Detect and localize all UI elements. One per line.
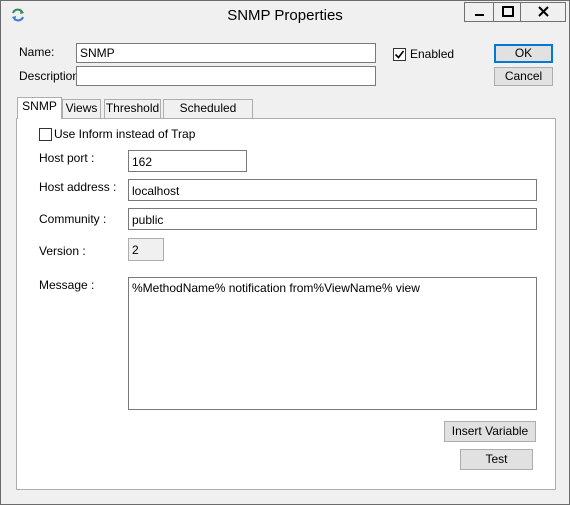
name-label: Name: — [19, 45, 55, 59]
tab-views[interactable]: Views — [62, 99, 101, 118]
host-port-label: Host port : — [39, 151, 95, 165]
host-address-field[interactable]: localhost — [128, 179, 537, 201]
snmp-tab-panel: Use Inform instead of Trap Host port : 1… — [16, 118, 556, 490]
version-field: 2 — [128, 238, 164, 261]
test-button[interactable]: Test — [460, 449, 533, 470]
use-inform-label: Use Inform instead of Trap — [54, 127, 196, 141]
snmp-properties-window: SNMP Properties Name: SNMP Description E… — [0, 0, 570, 505]
checkmark-icon — [394, 50, 405, 59]
close-button[interactable] — [520, 2, 566, 22]
version-label: Version : — [39, 244, 86, 258]
minimize-button[interactable] — [464, 2, 494, 22]
ok-button[interactable]: OK — [494, 44, 553, 63]
community-label: Community : — [39, 212, 107, 226]
description-field[interactable] — [76, 66, 376, 86]
close-icon — [538, 6, 549, 17]
description-label: Description — [19, 69, 80, 83]
host-port-field[interactable]: 162 — [128, 150, 247, 172]
tab-snmp[interactable]: SNMP — [17, 97, 62, 119]
name-field[interactable]: SNMP — [76, 43, 376, 63]
insert-variable-button[interactable]: Insert Variable — [444, 421, 536, 442]
title-bar: SNMP Properties — [1, 1, 569, 31]
message-label: Message : — [39, 278, 95, 292]
tab-scheduled-hours[interactable]: Scheduled Hours — [163, 99, 253, 132]
minimize-icon — [475, 14, 484, 16]
enabled-checkbox[interactable] — [393, 48, 406, 61]
maximize-button[interactable] — [493, 2, 521, 22]
enabled-label: Enabled — [410, 47, 455, 61]
message-textarea[interactable]: %MethodName% notification from%ViewName%… — [128, 277, 537, 410]
use-inform-checkbox[interactable] — [39, 128, 52, 141]
community-field[interactable]: public — [128, 208, 537, 230]
cancel-button[interactable]: Cancel — [494, 67, 553, 86]
host-address-label: Host address : — [39, 180, 117, 194]
maximize-icon — [502, 6, 514, 17]
tab-threshold[interactable]: Threshold — [104, 99, 161, 118]
